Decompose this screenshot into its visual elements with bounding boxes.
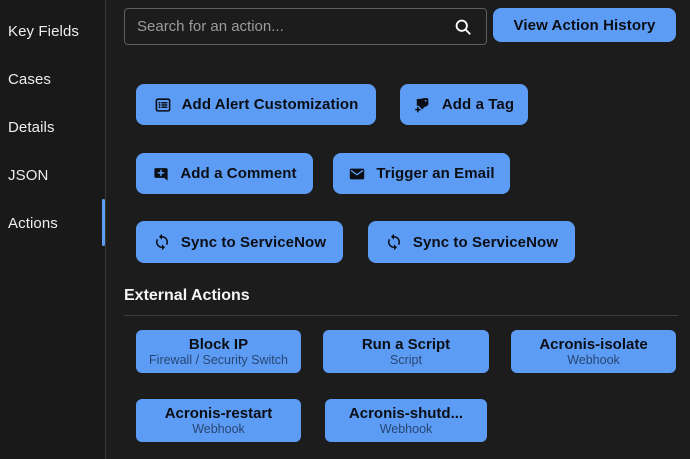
sidebar-item-json[interactable]: JSON (8, 165, 48, 187)
card-subtitle: Webhook (192, 422, 245, 437)
card-title: Block IP (189, 336, 248, 353)
section-divider (124, 315, 678, 316)
external-action-card-acronis-shutdown[interactable]: Acronis-shutd... Webhook (325, 399, 487, 442)
sidebar-item-cases[interactable]: Cases (8, 69, 51, 91)
alert-customization-icon (154, 96, 172, 114)
external-action-card-acronis-restart[interactable]: Acronis-restart Webhook (136, 399, 301, 442)
comment-plus-icon (152, 165, 170, 183)
card-subtitle: Webhook (567, 353, 620, 368)
add-a-comment-button[interactable]: Add a Comment (136, 153, 313, 194)
card-title: Acronis-restart (165, 405, 273, 422)
card-title: Run a Script (362, 336, 450, 353)
action-button-label: Add a Tag (442, 96, 514, 113)
search-input[interactable] (125, 9, 453, 44)
action-button-label: Sync to ServiceNow (181, 234, 326, 251)
card-subtitle: Firewall / Security Switch (149, 353, 288, 368)
action-button-label: Trigger an Email (376, 165, 494, 182)
add-a-tag-button[interactable]: Add a Tag (400, 84, 528, 125)
email-icon (348, 165, 366, 183)
card-subtitle: Script (390, 353, 422, 368)
action-button-label: Add a Comment (180, 165, 296, 182)
actions-panel: Key Fields Cases Details JSON Actions Vi… (0, 0, 690, 459)
card-title: Acronis-shutd... (349, 405, 463, 422)
card-title: Acronis-isolate (539, 336, 647, 353)
action-button-label: Sync to ServiceNow (413, 234, 558, 251)
external-action-card-run-a-script[interactable]: Run a Script Script (323, 330, 489, 373)
sync-icon (153, 233, 171, 251)
sidebar: Key Fields Cases Details JSON Actions (0, 0, 106, 459)
sync-icon (385, 233, 403, 251)
tag-plus-icon (414, 96, 432, 114)
external-action-card-block-ip[interactable]: Block IP Firewall / Security Switch (136, 330, 301, 373)
action-search-box (124, 8, 487, 45)
trigger-an-email-button[interactable]: Trigger an Email (333, 153, 510, 194)
external-action-card-acronis-isolate[interactable]: Acronis-isolate Webhook (511, 330, 676, 373)
sync-to-servicenow-button-1[interactable]: Sync to ServiceNow (136, 221, 343, 263)
sidebar-item-details[interactable]: Details (8, 117, 55, 139)
add-alert-customization-button[interactable]: Add Alert Customization (136, 84, 376, 125)
view-action-history-button[interactable]: View Action History (493, 8, 676, 42)
card-subtitle: Webhook (380, 422, 433, 437)
sidebar-item-key-fields[interactable]: Key Fields (8, 21, 79, 43)
search-icon[interactable] (453, 17, 473, 37)
external-actions-title: External Actions (124, 287, 250, 305)
action-button-label: Add Alert Customization (182, 96, 359, 113)
active-tab-indicator (102, 199, 105, 246)
sync-to-servicenow-button-2[interactable]: Sync to ServiceNow (368, 221, 575, 263)
sidebar-item-actions[interactable]: Actions (8, 213, 58, 235)
